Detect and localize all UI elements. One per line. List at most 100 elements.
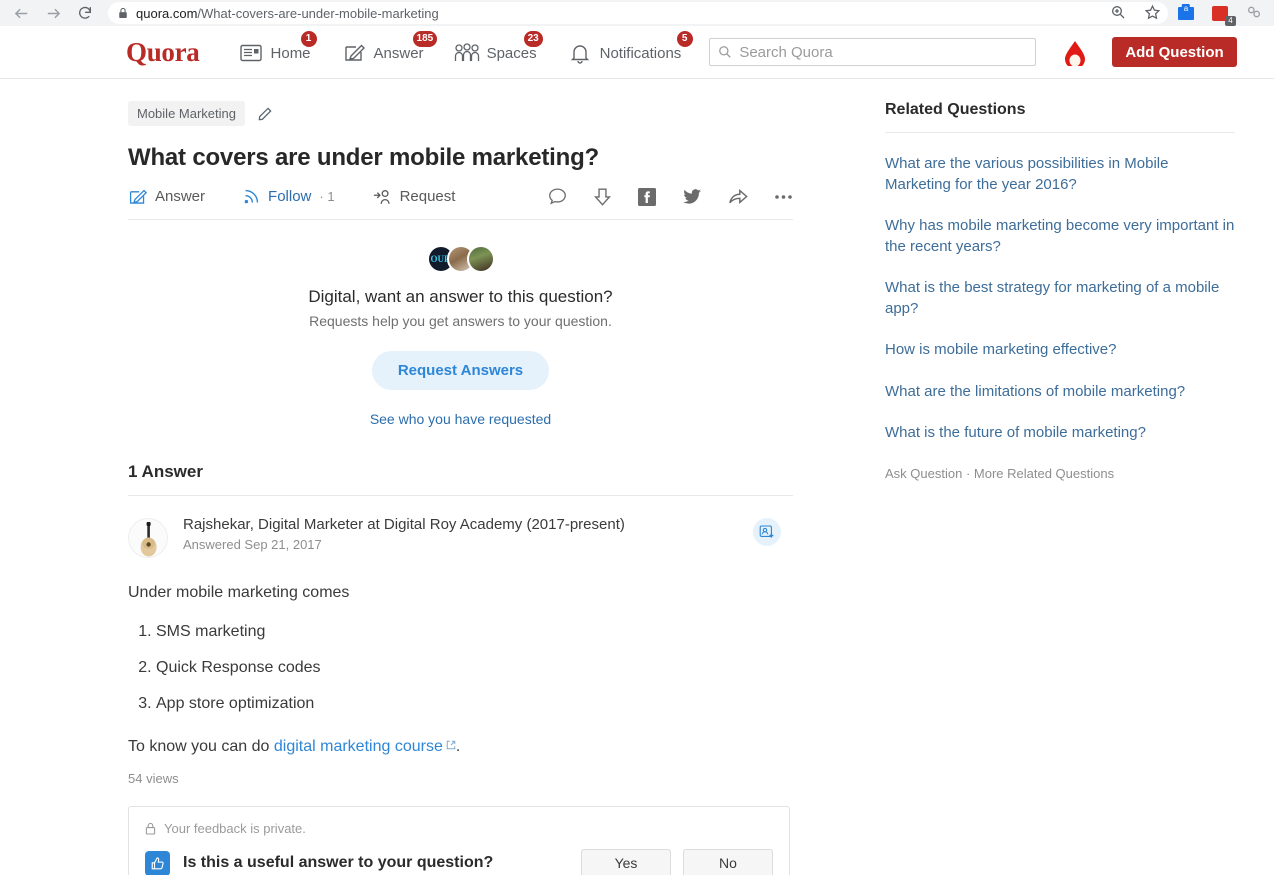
address-bar[interactable]: quora.com/What-covers-are-under-mobile-m… bbox=[108, 2, 1168, 24]
nav-badge-spaces: 23 bbox=[523, 31, 543, 47]
search-bar[interactable] bbox=[709, 38, 1037, 66]
twitter-icon[interactable] bbox=[682, 188, 702, 206]
extension-badge: 4 bbox=[1225, 16, 1236, 26]
related-question-link[interactable]: What is the future of mobile marketing? bbox=[885, 423, 1235, 444]
sidebar-title: Related Questions bbox=[885, 101, 1235, 133]
downvote-icon[interactable] bbox=[593, 187, 612, 206]
ask-question-link[interactable]: Ask Question bbox=[885, 466, 962, 481]
nav-badge-notifications: 5 bbox=[676, 31, 693, 47]
feedback-privacy-row: Your feedback is private. bbox=[145, 821, 773, 836]
topic-row: Mobile Marketing bbox=[128, 101, 793, 126]
answer-list: SMS marketing Quick Response codes App s… bbox=[156, 623, 793, 713]
extension-icon-red[interactable]: 4 bbox=[1212, 4, 1236, 26]
follow-count: · 1 bbox=[319, 189, 335, 204]
forward-arrow-icon[interactable] bbox=[44, 4, 62, 22]
request-button[interactable]: Request bbox=[373, 188, 455, 206]
avatar-flame-icon bbox=[1065, 41, 1086, 66]
nav-badge-home: 1 bbox=[300, 31, 317, 47]
question-action-bar: Answer Follow · 1 Request bbox=[128, 187, 793, 220]
request-subtitle: Requests help you get answers to your qu… bbox=[309, 313, 612, 329]
feedback-box: Your feedback is private. Is this a usef… bbox=[128, 806, 790, 875]
lock-icon bbox=[145, 822, 156, 835]
answer-views: 54 views bbox=[128, 771, 179, 786]
feedback-buttons: Yes No bbox=[581, 849, 773, 875]
url-host: quora.com bbox=[136, 5, 198, 21]
pencil-icon[interactable] bbox=[257, 106, 273, 122]
see-who-requested-link[interactable]: See who you have requested bbox=[128, 411, 793, 427]
add-question-button[interactable]: Add Question bbox=[1112, 37, 1237, 67]
main-content: Mobile Marketing What covers are under m… bbox=[128, 101, 793, 875]
search-input[interactable] bbox=[739, 43, 1028, 61]
request-answers-button[interactable]: Request Answers bbox=[371, 351, 550, 390]
follow-rss-icon bbox=[244, 189, 259, 204]
topic-tag[interactable]: Mobile Marketing bbox=[128, 101, 245, 126]
list-item: Quick Response codes bbox=[156, 659, 793, 677]
answer-closing: To know you can do digital marketing cou… bbox=[128, 737, 793, 756]
browser-nav-buttons bbox=[8, 4, 102, 22]
digital-marketing-course-link[interactable]: digital marketing course bbox=[274, 738, 443, 755]
avatar-person bbox=[466, 245, 495, 273]
nav-item-spaces[interactable]: Spaces 23 bbox=[454, 31, 543, 64]
nav-label-home: Home bbox=[270, 44, 311, 62]
external-link-icon bbox=[446, 737, 456, 755]
user-avatar-flame[interactable] bbox=[1060, 37, 1090, 67]
related-question-link[interactable]: What are the various possibilities in Mo… bbox=[885, 154, 1235, 195]
related-question-link[interactable]: What are the limitations of mobile marke… bbox=[885, 382, 1235, 403]
browser-action-icons: 4 bbox=[1110, 0, 1270, 26]
url-text: quora.com/What-covers-are-under-mobile-m… bbox=[136, 6, 439, 21]
closing-suffix: . bbox=[455, 738, 461, 755]
feedback-yes-button[interactable]: Yes bbox=[581, 849, 671, 875]
feedback-question-row: Is this a useful answer to your question… bbox=[145, 849, 773, 875]
list-item: App store optimization bbox=[156, 695, 793, 713]
answer-pencil-icon bbox=[129, 189, 147, 204]
url-path: /What-covers-are-under-mobile-marketing bbox=[197, 5, 439, 21]
related-question-link[interactable]: How is mobile marketing effective? bbox=[885, 340, 1235, 361]
extension-icon-gray[interactable] bbox=[1246, 4, 1264, 22]
request-person-icon bbox=[373, 189, 390, 204]
nav-item-home[interactable]: Home 1 bbox=[238, 31, 317, 64]
related-questions-sidebar: Related Questions What are the various p… bbox=[885, 101, 1235, 875]
guitar-avatar[interactable] bbox=[128, 518, 168, 558]
back-arrow-icon[interactable] bbox=[12, 4, 30, 22]
facebook-icon[interactable] bbox=[638, 187, 656, 206]
nav-item-notifications[interactable]: Notifications 5 bbox=[567, 31, 693, 64]
answer-pencil-icon bbox=[341, 42, 367, 64]
answer-author-meta: Rajshekar, Digital Marketer at Digital R… bbox=[183, 516, 625, 552]
star-icon[interactable] bbox=[1144, 4, 1162, 22]
nav-label-answer: Answer bbox=[373, 44, 424, 62]
search-icon bbox=[719, 46, 732, 58]
sidebar-footer: Ask Question · More Related Questions bbox=[885, 466, 1235, 481]
more-options-icon[interactable] bbox=[774, 193, 793, 201]
list-item: SMS marketing bbox=[156, 623, 793, 641]
answer-button[interactable]: Answer bbox=[128, 188, 205, 206]
closing-prefix: To know you can do bbox=[128, 738, 274, 755]
page-title: What covers are under mobile marketing? bbox=[128, 144, 599, 171]
lock-icon bbox=[119, 7, 127, 18]
answer-intro: Under mobile marketing comes bbox=[128, 584, 350, 601]
thumbs-up-icon bbox=[145, 850, 170, 875]
answer-label: Answer bbox=[155, 188, 206, 205]
related-question-link[interactable]: Why has mobile marketing become very imp… bbox=[885, 216, 1235, 257]
request-title: Digital, want an answer to this question… bbox=[308, 287, 613, 306]
home-feed-icon bbox=[238, 42, 264, 64]
main-navigation: Home 1 Answer 185 Spaces 23 Notification… bbox=[238, 31, 693, 64]
amazon-extension-icon[interactable] bbox=[1178, 4, 1196, 22]
follow-button[interactable]: Follow · 1 bbox=[243, 188, 335, 205]
follow-user-icon[interactable] bbox=[753, 518, 781, 546]
related-question-link[interactable]: What is the best strategy for marketing … bbox=[885, 278, 1235, 319]
answer-date: Answered Sep 21, 2017 bbox=[183, 537, 322, 552]
bell-icon bbox=[567, 42, 593, 64]
footer-separator: · bbox=[962, 465, 974, 481]
nav-label-spaces: Spaces bbox=[486, 44, 537, 62]
answer-author[interactable]: Rajshekar, Digital Marketer at Digital R… bbox=[183, 516, 625, 533]
reload-icon[interactable] bbox=[76, 4, 94, 22]
zoom-in-icon[interactable] bbox=[1110, 4, 1128, 22]
feedback-question: Is this a useful answer to your question… bbox=[183, 854, 494, 871]
nav-item-answer[interactable]: Answer 185 bbox=[341, 31, 438, 64]
more-related-questions-link[interactable]: More Related Questions bbox=[974, 466, 1114, 481]
comment-icon[interactable] bbox=[548, 187, 567, 206]
share-icon[interactable] bbox=[728, 187, 748, 206]
browser-toolbar: quora.com/What-covers-are-under-mobile-m… bbox=[0, 0, 1274, 26]
feedback-no-button[interactable]: No bbox=[683, 849, 773, 875]
quora-logo[interactable]: Quora bbox=[126, 37, 200, 68]
